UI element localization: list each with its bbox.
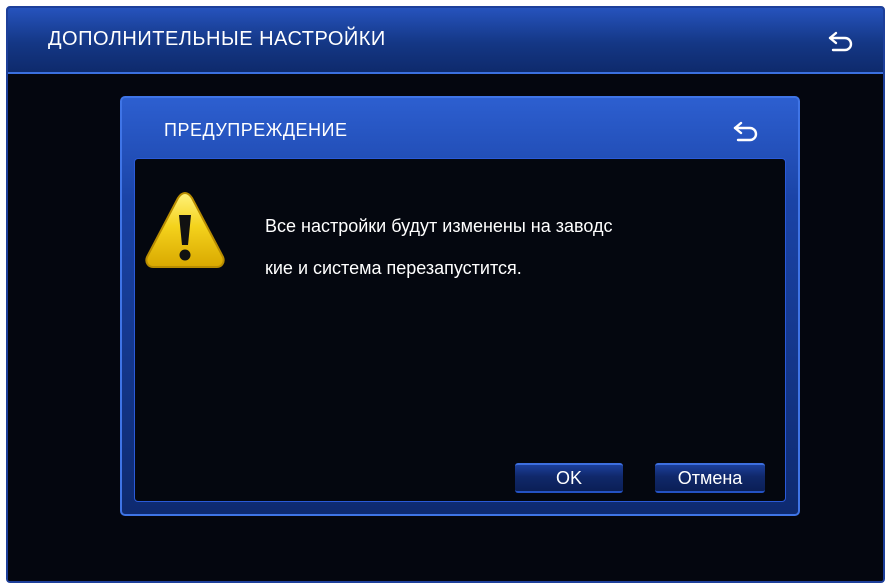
message-line-1: Все настройки будут изменены на заводс (265, 216, 613, 236)
ok-button[interactable]: OK (515, 463, 623, 493)
warning-triangle-icon (145, 191, 225, 268)
dialog-body: Все настройки будут изменены на заводс к… (134, 158, 786, 502)
message-line-2: кие и система перезапустится. (265, 258, 522, 278)
return-arrow-icon[interactable] (827, 30, 855, 52)
warning-dialog: ПРЕДУПРЕЖДЕНИЕ Все настройки будут измен… (120, 96, 800, 516)
return-arrow-icon[interactable] (732, 120, 760, 142)
window-title: ДОПОЛНИТЕЛЬНЫЕ НАСТРОЙКИ (48, 28, 386, 50)
dialog-title: ПРЕДУПРЕЖДЕНИЕ (164, 120, 348, 140)
settings-window: ДОПОЛНИТЕЛЬНЫЕ НАСТРОЙКИ ПРЕДУПРЕЖДЕНИЕ (6, 6, 885, 583)
cancel-button[interactable]: Отмена (655, 463, 765, 493)
window-header: ДОПОЛНИТЕЛЬНЫЕ НАСТРОЙКИ (8, 8, 883, 74)
warning-message: Все настройки будут изменены на заводс к… (265, 205, 775, 289)
dialog-header: ПРЕДУПРЕЖДЕНИЕ (122, 98, 798, 156)
